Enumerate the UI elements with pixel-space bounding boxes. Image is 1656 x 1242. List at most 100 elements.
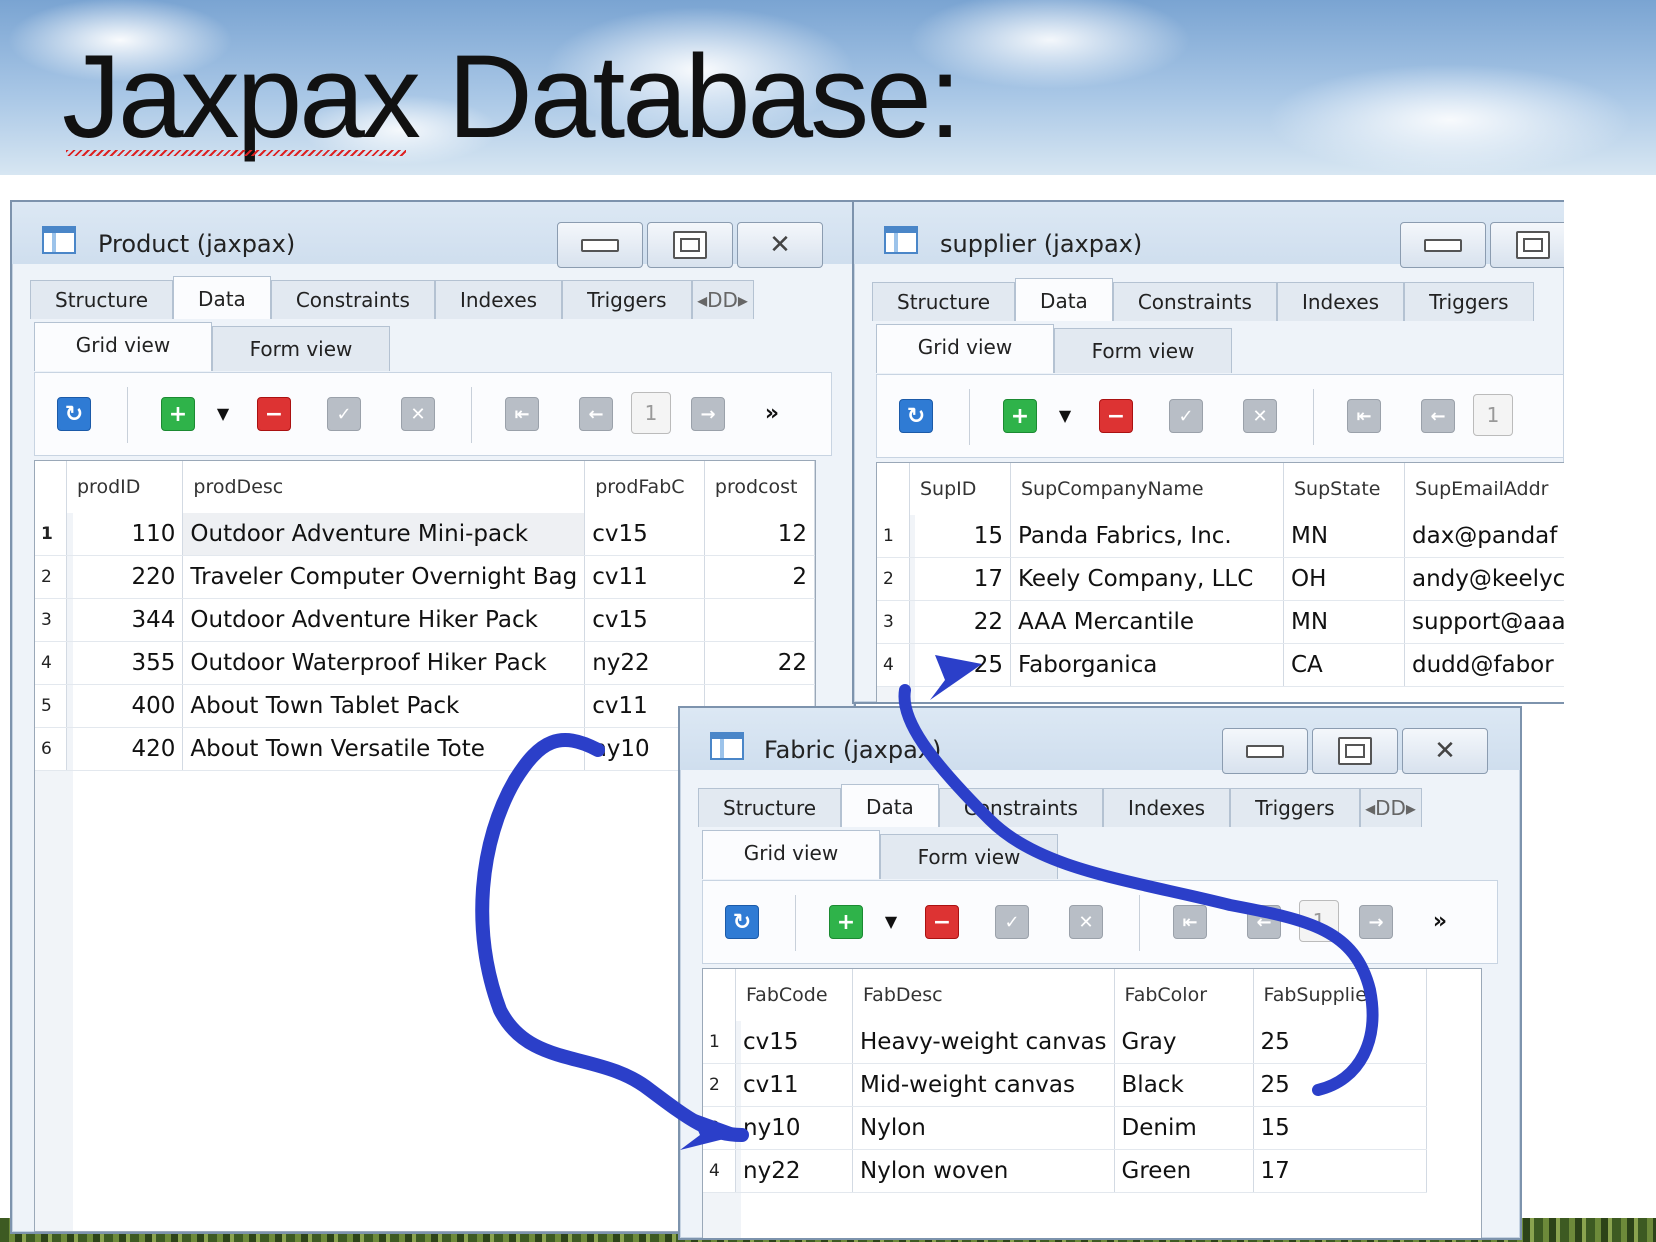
commit-icon[interactable]: ✓ — [327, 397, 361, 431]
minimize-button[interactable] — [1222, 728, 1308, 774]
cell[interactable]: ny10 — [735, 1106, 853, 1150]
column-header[interactable]: SupID — [909, 463, 1011, 515]
add-row-icon[interactable]: + — [1003, 399, 1037, 433]
tab-indexes[interactable]: Indexes — [1102, 788, 1231, 827]
cell[interactable]: Nylon — [852, 1106, 1115, 1150]
column-header[interactable]: FabColor — [1114, 969, 1254, 1021]
cell[interactable]: cv15 — [584, 598, 705, 642]
fabric-titlebar[interactable]: Fabric (jaxpax) ✕ — [680, 708, 1520, 774]
rollback-icon[interactable]: ✕ — [401, 397, 435, 431]
dropdown-arrow-icon[interactable]: ▼ — [213, 397, 233, 429]
tab-triggers[interactable]: Triggers — [1230, 788, 1360, 827]
tab-structure[interactable]: Structure — [698, 788, 842, 827]
cell[interactable]: 344 — [66, 598, 184, 642]
delete-row-icon[interactable]: − — [1099, 399, 1133, 433]
cell[interactable]: 15 — [1253, 1106, 1427, 1150]
commit-icon[interactable]: ✓ — [1169, 399, 1203, 433]
form-view-tab[interactable]: Form view — [880, 834, 1058, 879]
cell[interactable]: 110 — [66, 513, 184, 556]
cell[interactable]: 355 — [66, 641, 184, 685]
cell[interactable]: cv15 — [735, 1021, 853, 1064]
column-header[interactable]: FabSupplier — [1253, 969, 1427, 1021]
cell[interactable]: AAA Mercantile — [1010, 600, 1284, 644]
grid-view-tab[interactable]: Grid view — [876, 324, 1054, 373]
column-header[interactable]: prodDesc — [182, 461, 586, 513]
tab-data[interactable]: Data — [1015, 278, 1113, 321]
maximize-button[interactable] — [647, 222, 733, 268]
next-page-icon[interactable]: → — [691, 397, 725, 431]
column-header[interactable]: SupCompanyName — [1010, 463, 1284, 515]
grid-view-tab[interactable]: Grid view — [34, 322, 212, 371]
cell[interactable]: Nylon woven — [852, 1149, 1115, 1193]
page-number[interactable]: 1 — [1299, 900, 1339, 942]
form-view-tab[interactable]: Form view — [212, 326, 390, 371]
maximize-button[interactable] — [1490, 222, 1564, 268]
add-row-icon[interactable]: + — [161, 397, 195, 431]
tab-structure[interactable]: Structure — [30, 280, 174, 319]
table-row[interactable]: 2 17 Keely Company, LLC OH andy@keelyc — [877, 557, 1564, 601]
tab-constraints[interactable]: Constraints — [270, 280, 435, 319]
cell[interactable]: 22 — [704, 641, 816, 685]
next-page-icon[interactable]: → — [1359, 905, 1393, 939]
prev-page-icon[interactable]: ← — [1247, 905, 1281, 939]
cell[interactable]: 400 — [66, 684, 184, 728]
close-button[interactable]: ✕ — [1402, 728, 1488, 774]
table-row[interactable]: 2 220 Traveler Computer Overnight Bag cv11 2 — [35, 555, 816, 599]
cell[interactable]: Outdoor Adventure Mini-pack — [182, 513, 586, 556]
more-icon[interactable]: » — [757, 397, 787, 429]
cell[interactable]: 15 — [909, 515, 1011, 558]
cell[interactable]: support@aaa — [1404, 600, 1564, 644]
dropdown-arrow-icon[interactable]: ▼ — [1055, 399, 1075, 431]
supplier-titlebar[interactable]: supplier (jaxpax) — [854, 202, 1564, 268]
cell[interactable]: 17 — [1253, 1149, 1427, 1193]
cell[interactable]: Denim — [1114, 1106, 1254, 1150]
column-header[interactable]: prodcost — [704, 461, 816, 513]
tab-triggers[interactable]: Triggers — [562, 280, 692, 319]
cell[interactable]: Green — [1114, 1149, 1254, 1193]
cell[interactable]: CA — [1283, 643, 1405, 687]
cell[interactable]: Outdoor Adventure Hiker Pack — [182, 598, 586, 642]
close-button[interactable]: ✕ — [737, 222, 823, 268]
cell[interactable]: cv11 — [584, 555, 705, 599]
prev-page-icon[interactable]: ← — [1421, 399, 1455, 433]
cell[interactable]: Gray — [1114, 1021, 1254, 1064]
cell[interactable]: dax@pandaf — [1404, 515, 1564, 558]
tab-indexes[interactable]: Indexes — [1276, 282, 1405, 321]
tab-constraints[interactable]: Constraints — [1112, 282, 1277, 321]
cell[interactable]: 12 — [704, 513, 816, 556]
cell[interactable]: cv11 — [735, 1063, 853, 1107]
table-row[interactable]: 4 355 Outdoor Waterproof Hiker Pack ny22 22 — [35, 641, 816, 685]
table-row[interactable]: 1 110 Outdoor Adventure Mini-pack cv15 12 — [35, 513, 816, 556]
cell[interactable]: 17 — [909, 557, 1011, 601]
cell[interactable]: 25 — [1253, 1063, 1427, 1107]
column-header[interactable]: prodID — [66, 461, 184, 513]
cell[interactable]: Keely Company, LLC — [1010, 557, 1284, 601]
table-row[interactable]: 3 22 AAA Mercantile MN support@aaa — [877, 600, 1564, 644]
maximize-button[interactable] — [1312, 728, 1398, 774]
cell[interactable]: 2 — [704, 555, 816, 599]
column-header[interactable]: prodFabC — [584, 461, 705, 513]
minimize-button[interactable] — [1400, 222, 1486, 268]
table-row[interactable]: 2 cv11 Mid-weight canvas Black 25 — [703, 1063, 1427, 1107]
cell[interactable]: 25 — [909, 643, 1011, 687]
product-titlebar[interactable]: Product (jaxpax) ✕ — [12, 202, 854, 268]
cell[interactable]: Panda Fabrics, Inc. — [1010, 515, 1284, 558]
add-row-icon[interactable]: + — [829, 905, 863, 939]
cell[interactable]: Faborganica — [1010, 643, 1284, 687]
prev-page-icon[interactable]: ← — [579, 397, 613, 431]
table-row[interactable]: 4 ny22 Nylon woven Green 17 — [703, 1149, 1427, 1193]
table-row[interactable]: 1 15 Panda Fabrics, Inc. MN dax@pandaf — [877, 515, 1564, 558]
delete-row-icon[interactable]: − — [925, 905, 959, 939]
form-view-tab[interactable]: Form view — [1054, 328, 1232, 373]
grid-view-tab[interactable]: Grid view — [702, 830, 880, 879]
cell[interactable]: Black — [1114, 1063, 1254, 1107]
tab-data[interactable]: Data — [841, 784, 939, 827]
first-page-icon[interactable]: ⇤ — [1173, 905, 1207, 939]
cell[interactable]: MN — [1283, 515, 1405, 558]
tab-scroll-arrows[interactable]: ◂DD▸ — [691, 280, 754, 319]
tab-structure[interactable]: Structure — [872, 282, 1016, 321]
page-number[interactable]: 1 — [631, 392, 671, 434]
delete-row-icon[interactable]: − — [257, 397, 291, 431]
refresh-icon[interactable]: ↻ — [57, 397, 91, 431]
refresh-icon[interactable]: ↻ — [725, 905, 759, 939]
